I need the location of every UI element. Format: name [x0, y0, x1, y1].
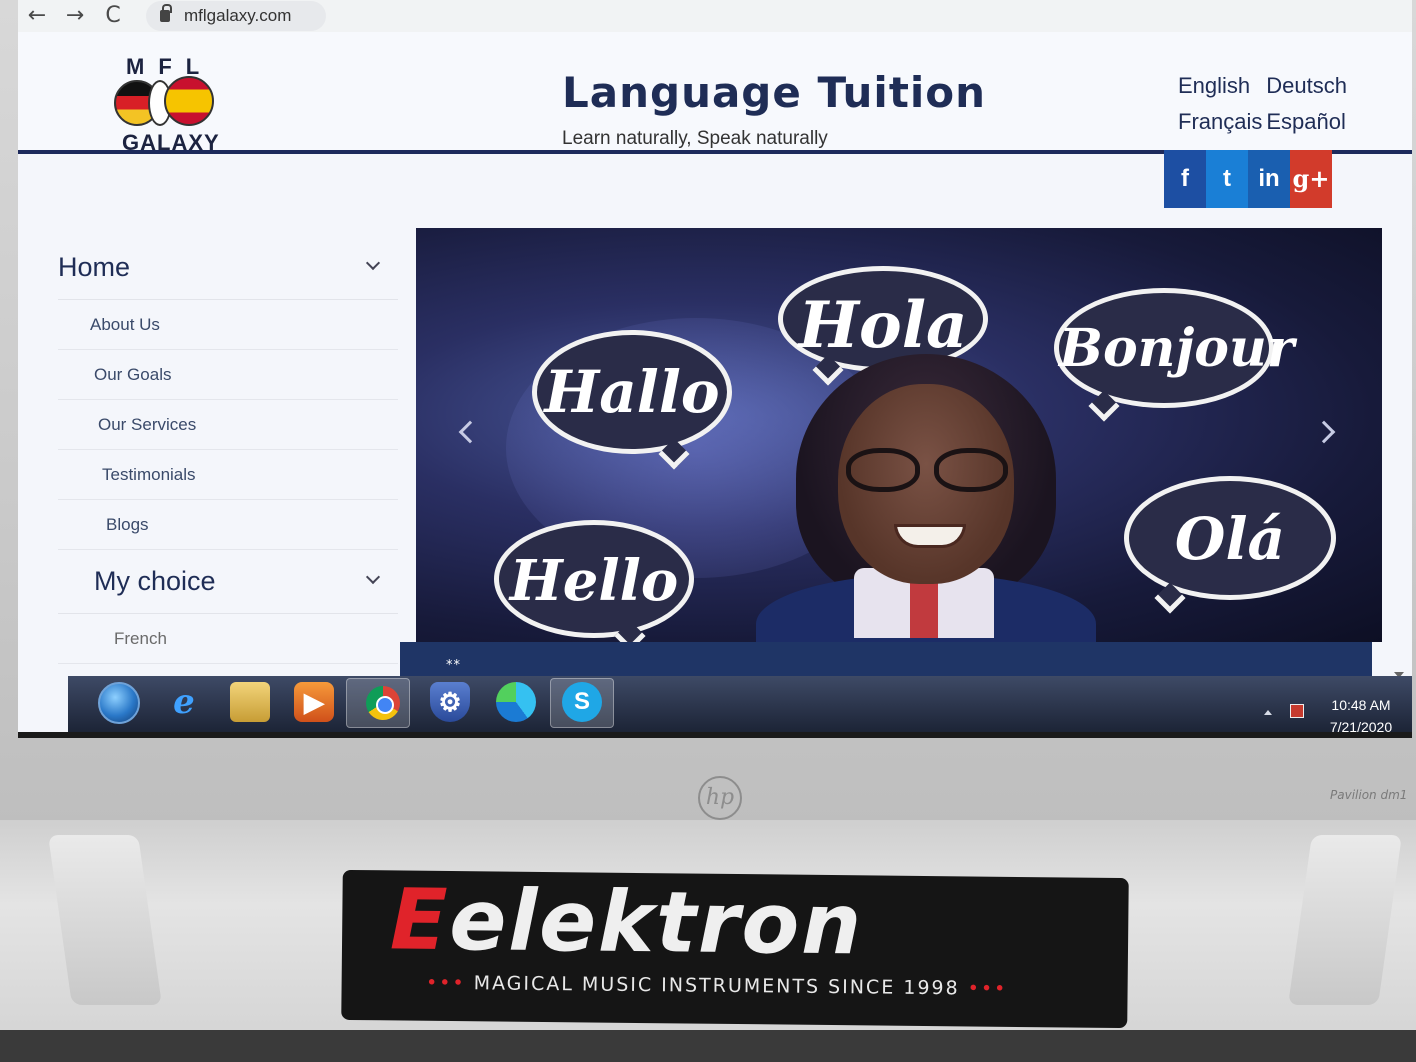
slider-prev-icon[interactable]	[458, 420, 482, 444]
menu-item-testimonials[interactable]: Testimonials	[58, 450, 398, 500]
lang-francais[interactable]: Français	[1178, 109, 1262, 134]
tagline-text: MAGICAL MUSIC INSTRUMENTS SINCE 1998	[473, 972, 960, 1000]
menu-home-label: Home	[58, 252, 131, 282]
site-logo[interactable]: MFL GALAXY	[108, 54, 228, 155]
tray-expand-icon[interactable]	[1264, 710, 1272, 715]
twitter-icon[interactable]: t	[1206, 150, 1248, 208]
linkedin-icon[interactable]: in	[1248, 150, 1290, 208]
elektron-logo: Eelektron	[390, 870, 1081, 974]
bubble-tail	[614, 620, 646, 642]
lang-english[interactable]: English	[1178, 73, 1250, 98]
hero-girl-image	[716, 354, 1136, 642]
menu-item-blogs[interactable]: Blogs	[58, 500, 398, 550]
facebook-icon[interactable]: f	[1164, 150, 1206, 208]
edge-icon[interactable]	[496, 682, 536, 722]
action-center-flag-icon[interactable]	[1290, 704, 1304, 718]
speech-bubble-ola: Olá	[1124, 476, 1336, 614]
clock-date: 7/21/2020	[1329, 719, 1393, 735]
tagline-dots-left: •••	[425, 971, 466, 995]
reload-icon[interactable]: C	[94, 1, 132, 31]
start-button-icon[interactable]	[98, 682, 140, 724]
glasses-right-lens	[934, 448, 1008, 492]
site-title: Language Tuition	[562, 68, 987, 117]
laptop-screen: ← → C mflgalaxy.com MFL GALAXY Language …	[18, 0, 1412, 738]
site-tagline: Learn naturally, Speak naturally	[562, 128, 828, 149]
address-bar[interactable]: mflgalaxy.com	[146, 1, 326, 31]
elektron-logo-rest: elektron	[448, 871, 864, 974]
model-name: Pavilion dm1	[1330, 788, 1408, 802]
hp-logo: hp	[698, 776, 742, 820]
bubble-tail	[1154, 582, 1186, 614]
glasses-left-lens	[846, 448, 920, 492]
elektron-logo-first: E	[389, 870, 450, 970]
speech-bubble-hello: Hello	[494, 520, 694, 642]
caption-marker: **	[446, 658, 461, 673]
security-shield-icon[interactable]: ⚙	[430, 682, 470, 722]
menu-item-our-goals[interactable]: Our Goals	[58, 350, 398, 400]
menu-my-choice-label: My choice	[94, 566, 216, 596]
language-switcher: English Deutsch Français Español	[1178, 68, 1378, 140]
menu-item-about-us[interactable]: About Us	[58, 300, 398, 350]
chevron-down-icon[interactable]	[365, 255, 381, 271]
sidebar-menu: Home About Us Our Goals Our Services Tes…	[58, 236, 398, 676]
forward-icon[interactable]: →	[56, 1, 94, 31]
laptop-front-edge	[0, 1030, 1416, 1062]
system-clock[interactable]: 10:48 AM 7/21/2020	[1316, 694, 1406, 735]
bubble-text-hello: Hello	[509, 548, 679, 614]
file-explorer-icon[interactable]	[230, 682, 270, 722]
menu-item-french[interactable]: French	[58, 614, 398, 664]
lock-icon	[160, 4, 172, 22]
media-player-icon[interactable]: ▶	[294, 682, 334, 722]
url-text[interactable]: mflgalaxy.com	[184, 6, 291, 26]
logo-mfl-text: MFL	[126, 54, 214, 79]
hero-slider: Hallo Hola Bonjour Hello Olá	[416, 228, 1382, 642]
chevron-down-icon[interactable]	[365, 569, 381, 585]
menu-my-choice[interactable]: My choice	[58, 550, 398, 614]
browser-toolbar: ← → C mflgalaxy.com	[18, 0, 1412, 32]
back-icon[interactable]: ←	[18, 1, 56, 31]
skype-icon[interactable]: S	[562, 682, 602, 722]
menu-item-our-services[interactable]: Our Services	[58, 400, 398, 450]
social-links: f t in g+	[1164, 150, 1334, 208]
chrome-icon[interactable]	[366, 686, 400, 720]
menu-home[interactable]: Home	[58, 236, 398, 300]
internet-explorer-icon[interactable]: e	[164, 682, 204, 722]
windows-taskbar: e ▶ ⚙ S 10:48 AM 7/21/2020	[68, 676, 1412, 732]
tagline-dots-right: •••	[967, 977, 1008, 1000]
bubble-text-ola: Olá	[1174, 505, 1286, 573]
slider-next-icon[interactable]	[1312, 420, 1336, 444]
clock-time: 10:48 AM	[1331, 697, 1391, 713]
googleplus-icon[interactable]: g+	[1290, 150, 1332, 208]
lang-deutsch[interactable]: Deutsch	[1266, 73, 1347, 98]
speech-bubble-hallo: Hallo	[532, 330, 732, 470]
spanish-flag-icon	[164, 76, 214, 126]
site-header: MFL GALAXY Language Tuition Learn natura…	[18, 32, 1412, 155]
bubble-text-hola: Hola	[798, 288, 968, 363]
bubble-text-hallo: Hallo	[544, 358, 720, 426]
lang-espanol[interactable]: Español	[1266, 109, 1346, 134]
